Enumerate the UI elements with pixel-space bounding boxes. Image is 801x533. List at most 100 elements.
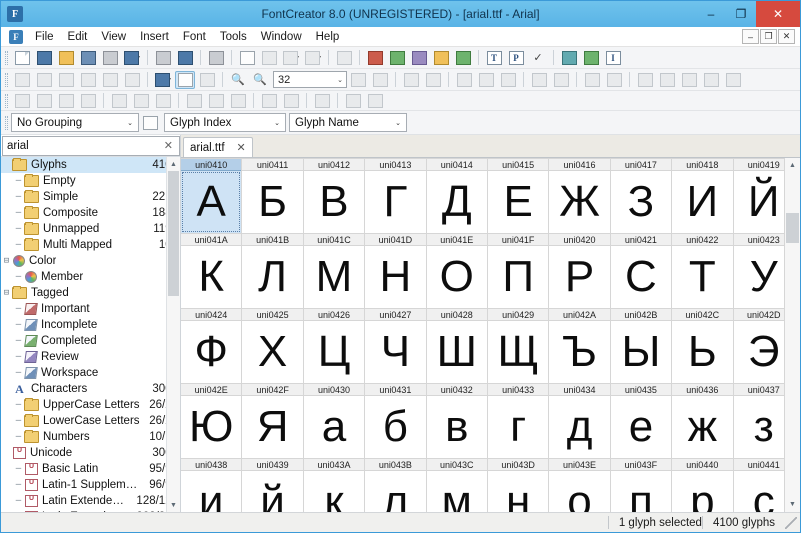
tree-expander-icon[interactable]: ─ xyxy=(13,368,24,378)
select-tool[interactable] xyxy=(12,71,32,89)
tree-item-composite[interactable]: ─Composite1886 xyxy=(1,205,180,221)
glyph-cell-uni041B[interactable]: uni041B Л xyxy=(242,233,304,308)
contrast-button[interactable] xyxy=(175,70,195,89)
tree-expander-icon[interactable]: ─ xyxy=(13,496,24,506)
tree-expander-icon[interactable]: ─ xyxy=(13,480,24,490)
grouping-combo[interactable]: No Grouping ⌄ xyxy=(11,113,139,132)
align-right-button[interactable] xyxy=(153,92,173,110)
toolbar-grip[interactable] xyxy=(5,50,8,65)
measure-button[interactable] xyxy=(370,71,390,89)
tree-item-basic-latin[interactable]: ─ U Basic Latin 95/95 xyxy=(1,461,180,477)
tree-item-simple[interactable]: ─Simple2210 xyxy=(1,189,180,205)
tree-expander-icon[interactable]: ─ xyxy=(13,208,24,218)
glyph-grid[interactable]: uni0410 Аuni0411 Бuni0412 Вuni0413 Гuni0414 Д… xyxy=(181,158,784,512)
tree-item-empty[interactable]: ─Empty4 xyxy=(1,173,180,189)
glyph-cell-uni0420[interactable]: uni0420 Р xyxy=(549,233,611,308)
menu-insert[interactable]: Insert xyxy=(133,28,176,46)
glyph-cell-uni0410[interactable]: uni0410 А xyxy=(181,158,243,233)
glyph-cell-uni043B[interactable]: uni043B л xyxy=(365,458,427,512)
font-properties-button[interactable]: T xyxy=(484,49,504,67)
new-font-button[interactable] xyxy=(12,49,32,67)
glyph-cell-uni0417[interactable]: uni0417 З xyxy=(610,158,673,233)
tree-scrollbar-thumb[interactable] xyxy=(168,171,179,296)
find-button[interactable] xyxy=(175,49,195,67)
knife-tool[interactable] xyxy=(78,71,98,89)
glyph-cell-uni0428[interactable]: uni0428 Ш xyxy=(426,308,488,383)
glyph-cell-uni0418[interactable]: uni0418 И xyxy=(672,158,734,233)
distribute-h-button[interactable] xyxy=(259,92,279,110)
scroll-down-icon[interactable]: ▼ xyxy=(167,498,180,512)
new-glyph-button[interactable] xyxy=(365,49,385,67)
install-font-button[interactable]: ▾ xyxy=(122,49,142,67)
insert-character-button[interactable]: I xyxy=(603,49,623,67)
glyph-cell-uni0427[interactable]: uni0427 Ч xyxy=(365,308,427,383)
mdi-restore-button[interactable]: ❐ xyxy=(760,29,777,44)
pan-tool[interactable] xyxy=(56,71,76,89)
tree-item-glyphs[interactable]: Glyphs4100 xyxy=(1,157,180,173)
scroll-up-icon[interactable]: ▲ xyxy=(167,157,180,171)
glyph-cell-uni042D[interactable]: uni042D Э xyxy=(733,308,784,383)
print-button[interactable] xyxy=(153,49,173,67)
tree-expander-icon[interactable]: ─ xyxy=(13,320,24,330)
pen-tool[interactable] xyxy=(100,71,120,89)
ellipse-tool[interactable] xyxy=(551,71,571,89)
tree-expander-icon[interactable]: ─ xyxy=(13,304,24,314)
glyph-cell-uni0439[interactable]: uni0439 й xyxy=(242,458,304,512)
tree-item-characters[interactable]: ACharacters3009 xyxy=(1,381,180,397)
tree-expander-icon[interactable]: ─ xyxy=(13,416,24,426)
transform-button[interactable] xyxy=(581,49,601,67)
glyph-index-combo[interactable]: Glyph Index ⌄ xyxy=(164,113,286,132)
glyph-cell-uni043F[interactable]: uni043F п xyxy=(610,458,673,512)
glyph-cell-uni0432[interactable]: uni0432 в xyxy=(426,383,488,458)
menu-tools[interactable]: Tools xyxy=(213,28,254,46)
autohint-button[interactable] xyxy=(409,49,429,67)
glyph-cell-uni0437[interactable]: uni0437 з xyxy=(733,383,784,458)
tree-item-numbers[interactable]: ─ Numbers 10/10 xyxy=(1,429,180,445)
align-top-button[interactable] xyxy=(184,92,204,110)
toolbar-grip[interactable] xyxy=(5,93,8,108)
rectangle-tool[interactable] xyxy=(529,71,549,89)
glyph-cell-uni0438[interactable]: uni0438 и xyxy=(181,458,243,512)
tree-item-review[interactable]: ─Review0 xyxy=(1,349,180,365)
glyph-cell-uni042E[interactable]: uni042E Ю xyxy=(181,383,243,458)
glyph-cell-uni041E[interactable]: uni041E О xyxy=(426,233,488,308)
glyph-cell-uni0433[interactable]: uni0433 г xyxy=(487,383,550,458)
tree-expander-icon[interactable]: ─ xyxy=(13,224,24,234)
glyph-panel-button[interactable] xyxy=(312,92,332,110)
zoom-out-button[interactable]: 🔍 xyxy=(250,71,270,89)
glyph-cell-uni0425[interactable]: uni0425 Х xyxy=(242,308,304,383)
glyph-cell-uni043A[interactable]: uni043A к xyxy=(303,458,366,512)
tree-item-unicode[interactable]: UUnicode3004 xyxy=(1,445,180,461)
glyph-cell-uni0426[interactable]: uni0426 Ц xyxy=(303,308,366,383)
tree-item-workspace[interactable]: ─Workspace0 xyxy=(1,365,180,381)
tree-expander-icon[interactable]: ─ xyxy=(13,336,24,346)
eraser-button[interactable] xyxy=(343,92,363,110)
lock-button[interactable] xyxy=(723,71,743,89)
glyph-cell-uni042A[interactable]: uni042A Ъ xyxy=(549,308,611,383)
tree-view[interactable]: Glyphs4100─Empty4─Simple2210─Composite18… xyxy=(1,157,180,512)
tree-expander-icon[interactable]: ─ xyxy=(13,272,24,282)
glyph-cell-uni0411[interactable]: uni0411 Б xyxy=(242,158,304,233)
preview-button[interactable]: P xyxy=(506,49,526,67)
tree-item-multi-mapped[interactable]: ─Multi Mapped101 xyxy=(1,237,180,253)
lasso-tool[interactable] xyxy=(34,71,54,89)
sort-icon[interactable] xyxy=(140,114,160,132)
glyph-cell-uni0429[interactable]: uni0429 Щ xyxy=(487,308,550,383)
subtract-button[interactable] xyxy=(56,92,76,110)
copy-button[interactable] xyxy=(237,49,257,67)
scroll-up-icon[interactable]: ▲ xyxy=(785,158,800,173)
glyph-cell-uni0412[interactable]: uni0412 В xyxy=(303,158,366,233)
image-insert-button[interactable] xyxy=(454,71,474,89)
maximize-button[interactable]: ❐ xyxy=(726,1,756,27)
glyph-name-combo[interactable]: Glyph Name ⌄ xyxy=(289,113,407,132)
distribute-v-button[interactable] xyxy=(281,92,301,110)
paste-button[interactable] xyxy=(259,49,279,67)
filter-input[interactable] xyxy=(3,138,158,153)
open-font-button[interactable] xyxy=(56,49,76,67)
zoom-in-button[interactable]: 🔍 xyxy=(228,71,248,89)
glyph-cell-uni043E[interactable]: uni043E о xyxy=(549,458,611,512)
tree-expander-icon[interactable]: ⊟ xyxy=(1,288,12,298)
close-icon[interactable]: ✕ xyxy=(237,141,246,154)
menu-view[interactable]: View xyxy=(94,28,133,46)
union-button[interactable] xyxy=(12,92,32,110)
